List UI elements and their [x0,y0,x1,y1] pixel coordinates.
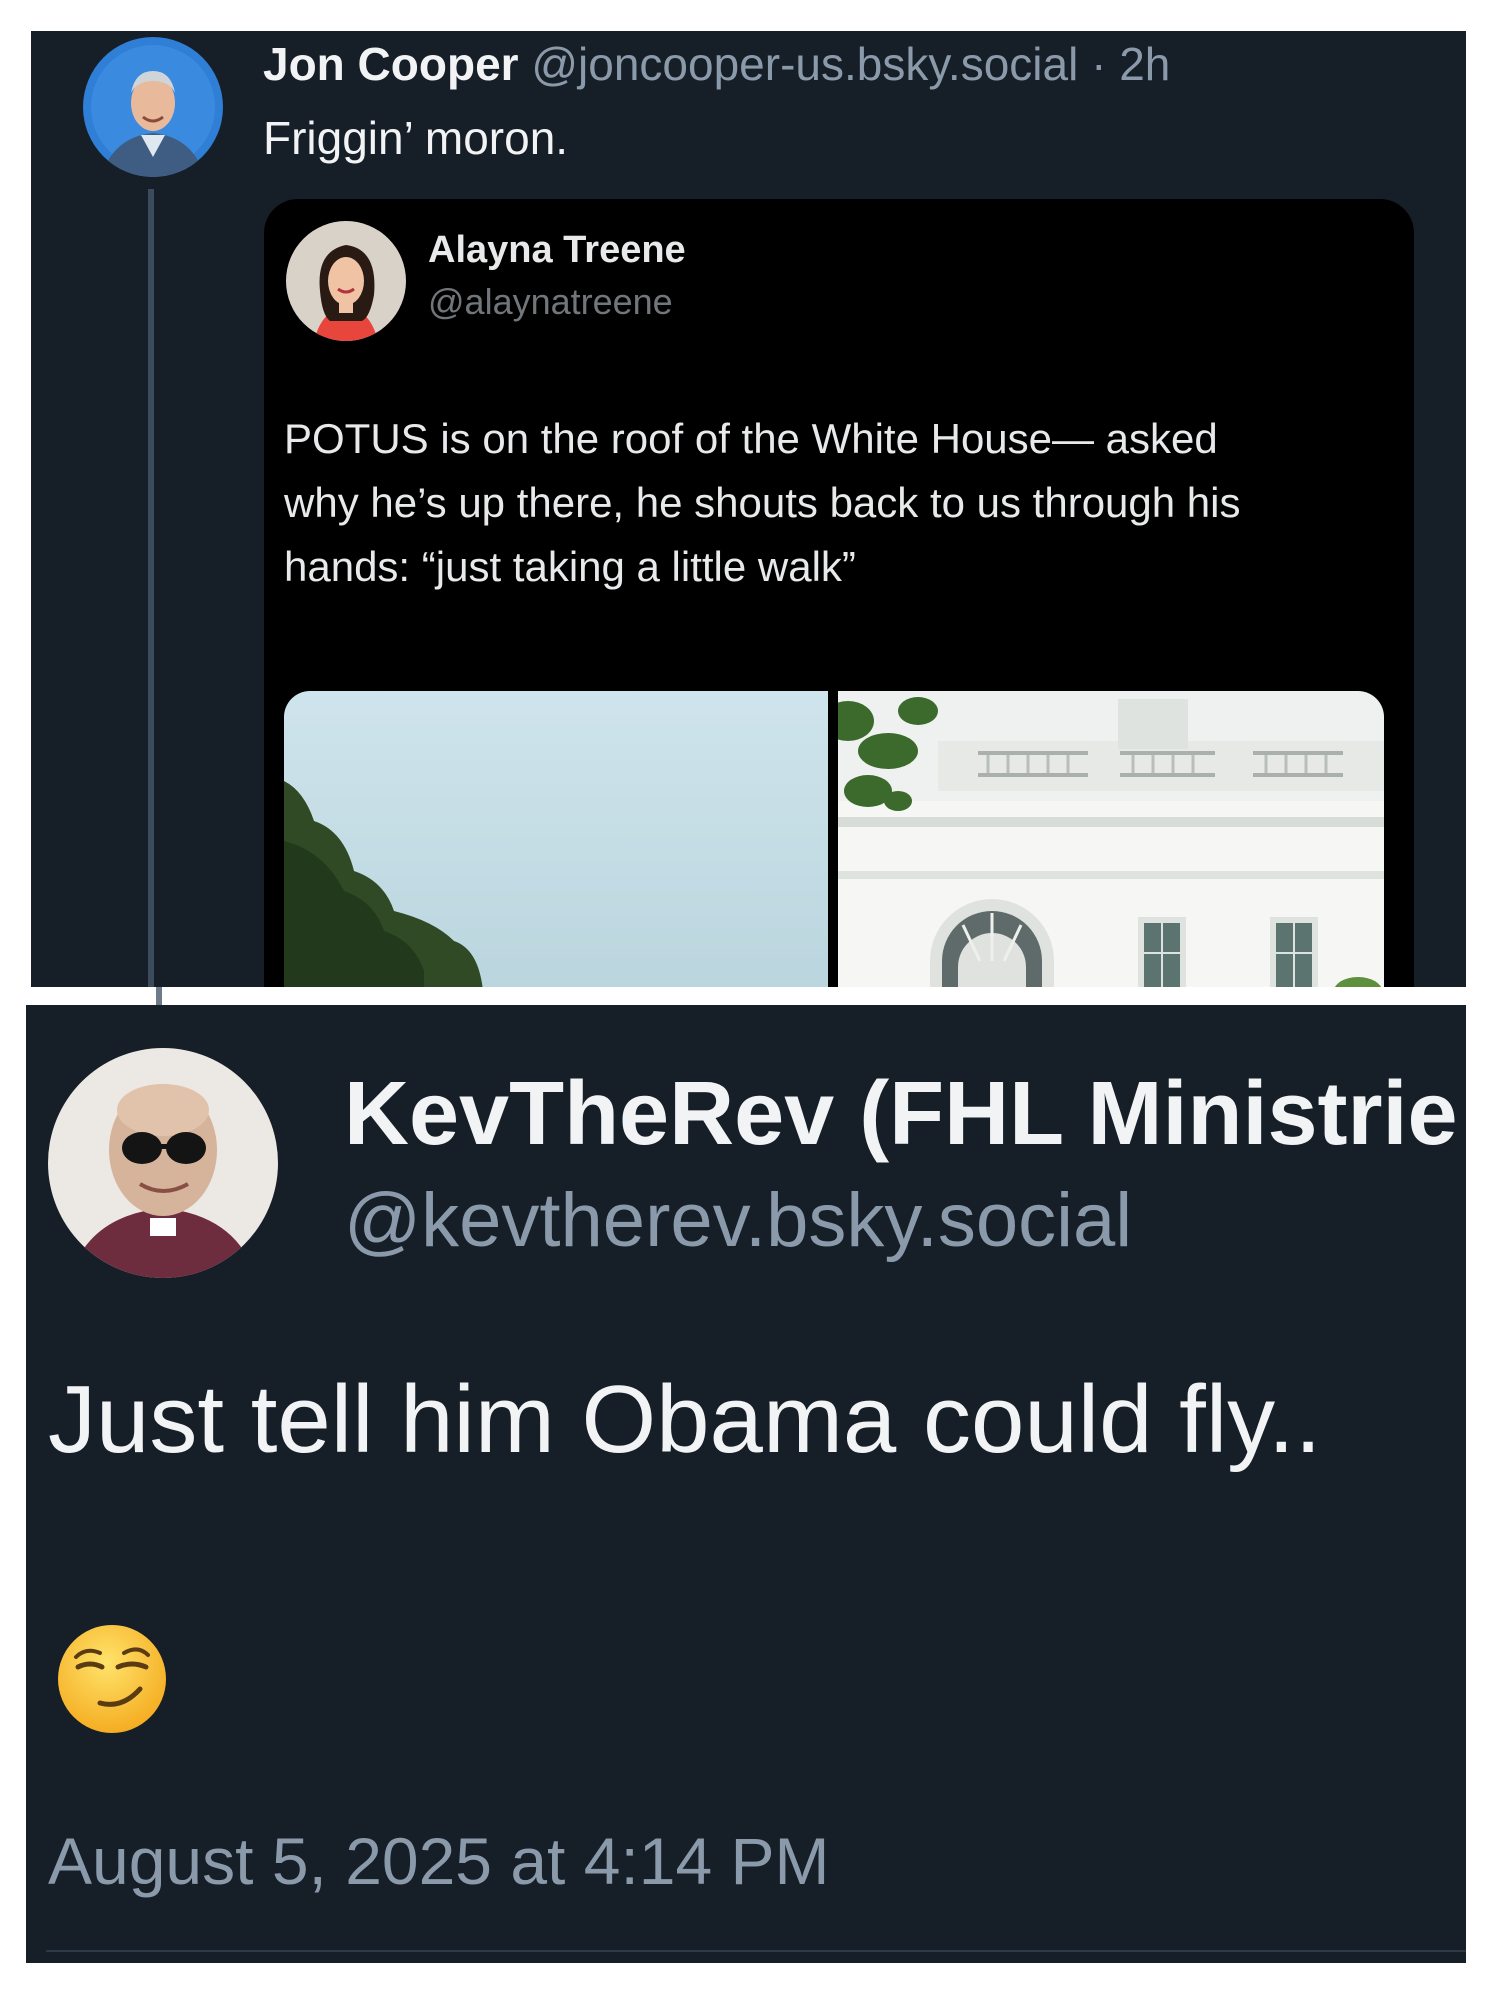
author-name[interactable]: KevTheRev (FHL Ministrie [344,1063,1458,1166]
kevtherev-avatar[interactable] [48,1048,278,1278]
top-post-screenshot: Jon Cooper @joncooper-us.bsky.social · 2… [31,31,1466,987]
photo-white-house[interactable] [838,691,1384,987]
post-timestamp[interactable]: August 5, 2025 at 4:14 PM [48,1823,830,1899]
photo-sky-trees[interactable] [284,691,828,987]
alayna-treene-avatar [286,221,406,341]
post-text: Just tell him Obama could fly.. [48,1366,1322,1473]
post-time[interactable]: 2h [1119,38,1170,90]
bottom-divider [46,1950,1466,1952]
quoted-author-name: Alayna Treene [428,229,686,271]
thread-line [148,189,154,987]
separator-dot: · [1091,38,1107,90]
post-text: Friggin’ moron. [263,112,569,164]
quoted-text-line: hands: “just taking a little walk” [284,543,856,590]
jon-cooper-avatar[interactable] [83,37,223,177]
quoted-post-text: POTUS is on the roof of the White House—… [284,407,1240,599]
quoted-text-line: why he’s up there, he shouts back to us … [284,479,1241,526]
author-handle[interactable]: @joncooper-us.bsky.social [531,38,1078,90]
bottom-post-screenshot: KevTheRev (FHL Ministrie @kevtherev.bsky… [26,1005,1466,1963]
thread-line-stub [156,987,162,1005]
smirking-face-icon [56,1623,168,1735]
author-name[interactable]: Jon Cooper [263,38,519,90]
post-header: Jon Cooper @joncooper-us.bsky.social · 2… [263,37,1170,91]
quoted-author-handle: @alaynatreene [428,281,673,322]
quoted-text-line: POTUS is on the roof of the White House—… [284,415,1218,462]
author-handle[interactable]: @kevtherev.bsky.social [344,1177,1132,1264]
quoted-post-image[interactable]: Alayna Treene @alaynatreene POTUS is on … [264,199,1414,987]
